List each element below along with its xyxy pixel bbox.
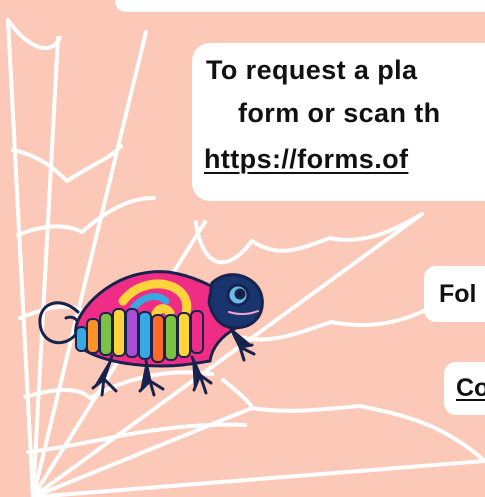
request-info-panel: To request a pla form or scan th https:/… — [192, 43, 485, 201]
follow-label: Fol — [439, 280, 477, 308]
follow-button[interactable]: Fol — [424, 266, 485, 322]
contact-link-panel[interactable]: Co — [444, 362, 485, 415]
contact-link[interactable]: Co — [456, 374, 485, 404]
forms-link[interactable]: https://forms.of — [204, 144, 408, 176]
request-line-2: form or scan th — [238, 98, 441, 128]
poster-canvas: To request a pla form or scan th https:/… — [0, 0, 485, 497]
request-line-1: To request a pla — [206, 55, 418, 85]
chameleon-icon — [38, 270, 264, 397]
top-white-strip — [115, 0, 485, 12]
